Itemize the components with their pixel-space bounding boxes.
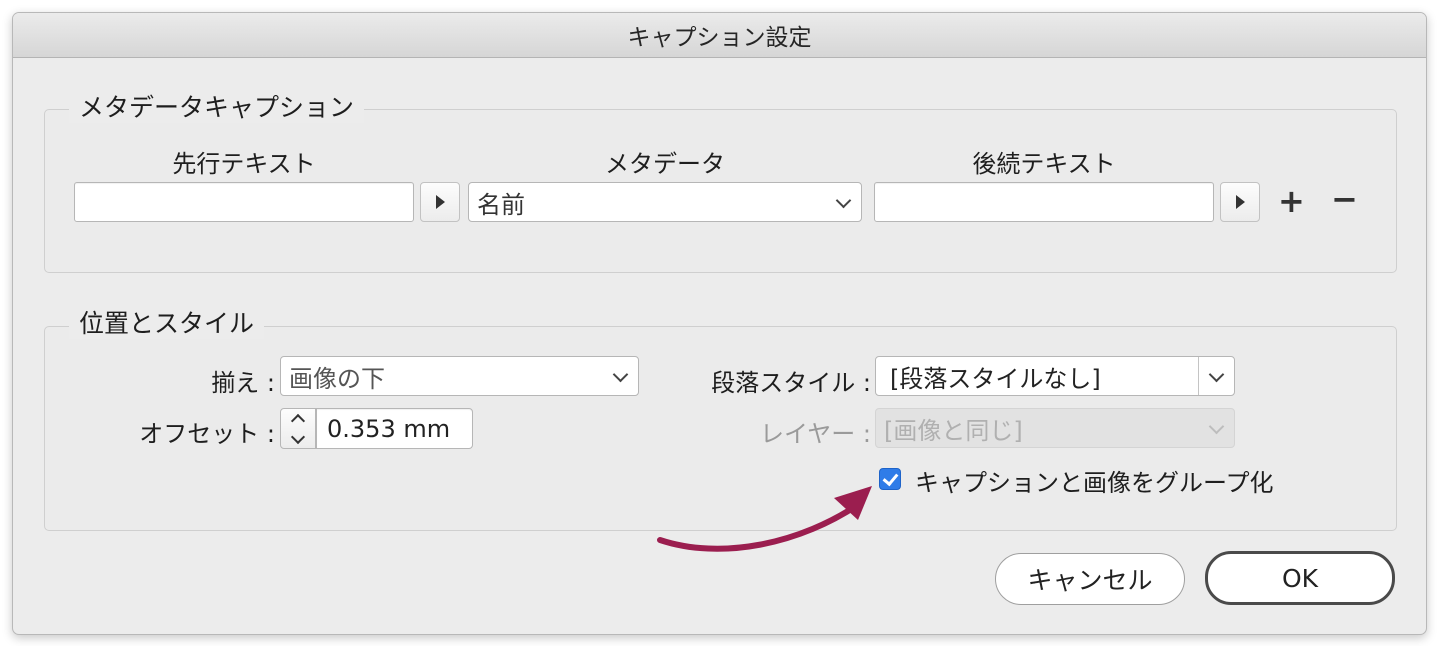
metadata-select[interactable]: 名前 <box>468 182 862 222</box>
offset-label: オフセット : <box>139 420 275 448</box>
window-title: キャプション設定 <box>627 25 812 51</box>
group-caption-label[interactable]: キャプションと画像をグループ化 <box>915 463 1274 498</box>
layer-select: [画像と同じ] <box>875 408 1235 448</box>
align-select[interactable]: 画像の下 <box>280 356 639 396</box>
suffix-insert-button[interactable] <box>1220 182 1260 222</box>
metadata-header: メタデータ <box>605 150 725 178</box>
paragraph-style-select[interactable]: [段落スタイルなし] <box>875 356 1235 396</box>
paragraph-style-value: [段落スタイルなし] <box>890 364 1101 393</box>
triangle-right-icon <box>435 195 445 209</box>
title-bar: キャプション設定 <box>13 13 1426 58</box>
position-style-legend: 位置とスタイル <box>69 309 265 339</box>
cancel-button[interactable]: キャンセル <box>995 553 1185 605</box>
remove-row-button[interactable]: − <box>1331 183 1358 215</box>
paragraph-style-label: 段落スタイル : <box>711 369 871 397</box>
offset-input[interactable]: 0.353 mm <box>316 408 473 449</box>
group-caption-checkbox[interactable] <box>879 468 901 490</box>
ok-button[interactable]: OK <box>1205 551 1395 605</box>
triangle-right-icon <box>1235 195 1245 209</box>
prefix-text-header: 先行テキスト <box>172 150 316 178</box>
checkmark-icon <box>882 469 899 487</box>
add-row-button[interactable]: + <box>1278 185 1305 217</box>
prefix-text-input[interactable] <box>74 182 414 222</box>
suffix-text-input[interactable] <box>874 182 1214 222</box>
select-divider <box>1198 357 1199 395</box>
chevron-down-icon <box>835 192 852 209</box>
align-select-value: 画像の下 <box>289 364 385 393</box>
stepper-up-icon <box>290 413 306 428</box>
prefix-insert-button[interactable] <box>420 182 460 222</box>
metadata-select-value: 名前 <box>477 190 525 219</box>
metadata-caption-legend: メタデータキャプション <box>69 93 365 123</box>
chevron-down-icon <box>1208 418 1225 435</box>
align-label: 揃え : <box>211 369 275 397</box>
layer-select-value: [画像と同じ] <box>884 416 1023 445</box>
chevron-down-icon <box>612 366 629 383</box>
offset-stepper[interactable] <box>280 408 316 449</box>
chevron-down-icon <box>1208 366 1225 383</box>
stepper-down-icon <box>290 429 306 444</box>
layer-label: レイヤー : <box>760 420 871 448</box>
caption-settings-dialog: キャプション設定 メタデータキャプション 先行テキスト メタデータ 後続テキスト… <box>12 12 1427 635</box>
suffix-text-header: 後続テキスト <box>972 150 1116 178</box>
